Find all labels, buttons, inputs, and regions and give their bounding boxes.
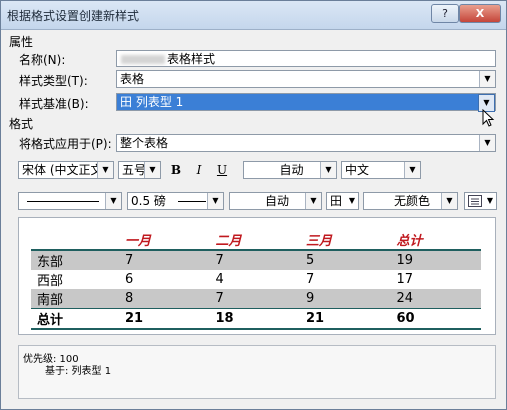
chevron-down-icon[interactable]: ▼ [479, 135, 495, 151]
name-value: 表格样式 [167, 52, 216, 66]
table-cell: 6 [125, 272, 134, 287]
header-cell [31, 230, 119, 251]
border-color-dropdown[interactable]: 自动 ▼ [229, 192, 322, 210]
format-section-label: 格式 [9, 117, 34, 131]
row-header-cell: 西部 [37, 274, 64, 289]
table-cell: 7 [119, 250, 210, 270]
based-on-text: 基于: 列表型 1 [45, 366, 112, 377]
preview-table: 一月 二月 三月 总计 东部 7 7 5 19 西部 6 4 7 17 南部 8… [31, 230, 481, 330]
font-name-value: 宋体 (中文正文) [22, 163, 108, 177]
table-cell: 21 [119, 308, 210, 330]
chevron-down-icon[interactable]: ▼ [479, 71, 495, 87]
bold-button[interactable]: B [167, 161, 185, 179]
style-type-dropdown[interactable]: 表格 ▼ [116, 70, 496, 88]
header-cell: 二月 [209, 230, 300, 251]
table-cell: 18 [209, 308, 300, 330]
table-row: 西部 6 4 7 17 [31, 270, 481, 289]
chevron-down-icon[interactable]: ▼ [144, 162, 160, 178]
table-total-row: 总计 21 18 21 60 [31, 308, 481, 330]
language-value: 中文 [345, 163, 370, 177]
line-weight-sample [178, 201, 206, 202]
apply-to-value: 整个表格 [120, 136, 169, 150]
apply-to-dropdown[interactable]: 整个表格 ▼ [116, 134, 496, 152]
header-cell: 总计 [390, 230, 481, 251]
dialog-window: 根据格式设置创建新样式 ? X 属性 名称(N): 表格样式 样式类型(T): … [0, 0, 507, 410]
table-cell: 7 [209, 289, 300, 309]
based-on-value: 田 列表型 1 [120, 95, 184, 109]
chevron-down-icon[interactable]: ▼ [105, 193, 121, 209]
table-cell: 4 [215, 272, 224, 287]
font-color-dropdown[interactable]: 自动 ▼ [243, 161, 337, 179]
redacted-text [121, 55, 165, 64]
apply-to-label: 将格式应用于(P): [19, 137, 112, 151]
table-cell: 7 [306, 272, 315, 287]
alignment-button[interactable]: ▼ [464, 192, 497, 210]
border-color-value: 自动 [264, 194, 289, 208]
properties-section-label: 属性 [9, 35, 34, 49]
line-weight-value: 0.5 磅 [131, 194, 166, 208]
line-style-dropdown[interactable]: ▼ [18, 192, 122, 210]
font-color-value: 自动 [279, 163, 304, 177]
table-cell: 24 [390, 289, 481, 309]
shading-dropdown[interactable]: 无颜色 ▼ [363, 192, 458, 210]
table-cell: 19 [390, 250, 481, 270]
chevron-down-icon[interactable]: ▼ [97, 162, 113, 178]
align-lines-icon [468, 195, 482, 207]
chevron-down-icon[interactable]: ▼ [487, 193, 493, 209]
based-on-dropdown[interactable]: 田 列表型 1 ▼ [116, 93, 496, 112]
title-bar[interactable]: 根据格式设置创建新样式 ? X [1, 1, 506, 30]
chevron-down-icon[interactable]: ▼ [320, 162, 336, 178]
help-button[interactable]: ? [431, 4, 459, 23]
table-row: 南部 8 7 9 24 [31, 289, 481, 309]
style-preview: 一月 二月 三月 总计 东部 7 7 5 19 西部 6 4 7 17 南部 8… [18, 217, 496, 335]
table-cell: 7 [209, 250, 300, 270]
chevron-down-icon[interactable]: ▼ [207, 193, 223, 209]
border-grid-button[interactable]: 田 ▼ [326, 192, 359, 210]
language-dropdown[interactable]: 中文 ▼ [341, 161, 421, 179]
name-field[interactable]: 表格样式 [116, 50, 496, 67]
line-weight-dropdown[interactable]: 0.5 磅 ▼ [127, 192, 224, 210]
mouse-cursor-icon [482, 109, 495, 127]
italic-button[interactable]: I [190, 161, 208, 179]
table-cell: 8 [119, 289, 210, 309]
row-header-cell: 南部 [31, 289, 119, 309]
line-style-sample [27, 201, 99, 202]
chevron-down-icon[interactable]: ▼ [305, 193, 321, 209]
row-header-cell: 东部 [31, 250, 119, 270]
table-header-row: 一月 二月 三月 总计 [31, 230, 481, 251]
font-size-dropdown[interactable]: 五号 ▼ [118, 161, 161, 179]
table-cell: 60 [390, 308, 481, 330]
font-size-value: 五号 [122, 163, 147, 177]
table-cell: 17 [396, 272, 414, 287]
table-cell: 9 [300, 289, 391, 309]
style-description: 优先级: 100 基于: 列表型 1 [18, 345, 496, 399]
shading-value: 无颜色 [393, 194, 430, 208]
underline-button[interactable]: U [213, 161, 231, 179]
close-button[interactable]: X [459, 4, 501, 23]
table-row: 东部 7 7 5 19 [31, 250, 481, 270]
based-on-label: 样式基准(B): [19, 97, 89, 111]
chevron-down-icon[interactable]: ▼ [441, 193, 457, 209]
table-cell: 5 [300, 250, 391, 270]
font-name-dropdown[interactable]: 宋体 (中文正文) ▼ [18, 161, 114, 179]
header-cell: 一月 [119, 230, 210, 251]
header-cell: 三月 [300, 230, 391, 251]
window-title: 根据格式设置创建新样式 [7, 9, 140, 23]
row-header-cell: 总计 [31, 308, 119, 330]
table-cell: 21 [300, 308, 391, 330]
style-type-label: 样式类型(T): [19, 74, 88, 88]
border-grid-icon: 田 [330, 194, 343, 208]
name-label: 名称(N): [19, 53, 66, 67]
style-type-value: 表格 [120, 72, 145, 86]
chevron-down-icon[interactable]: ▼ [404, 162, 420, 178]
chevron-down-icon[interactable]: ▼ [349, 193, 355, 209]
